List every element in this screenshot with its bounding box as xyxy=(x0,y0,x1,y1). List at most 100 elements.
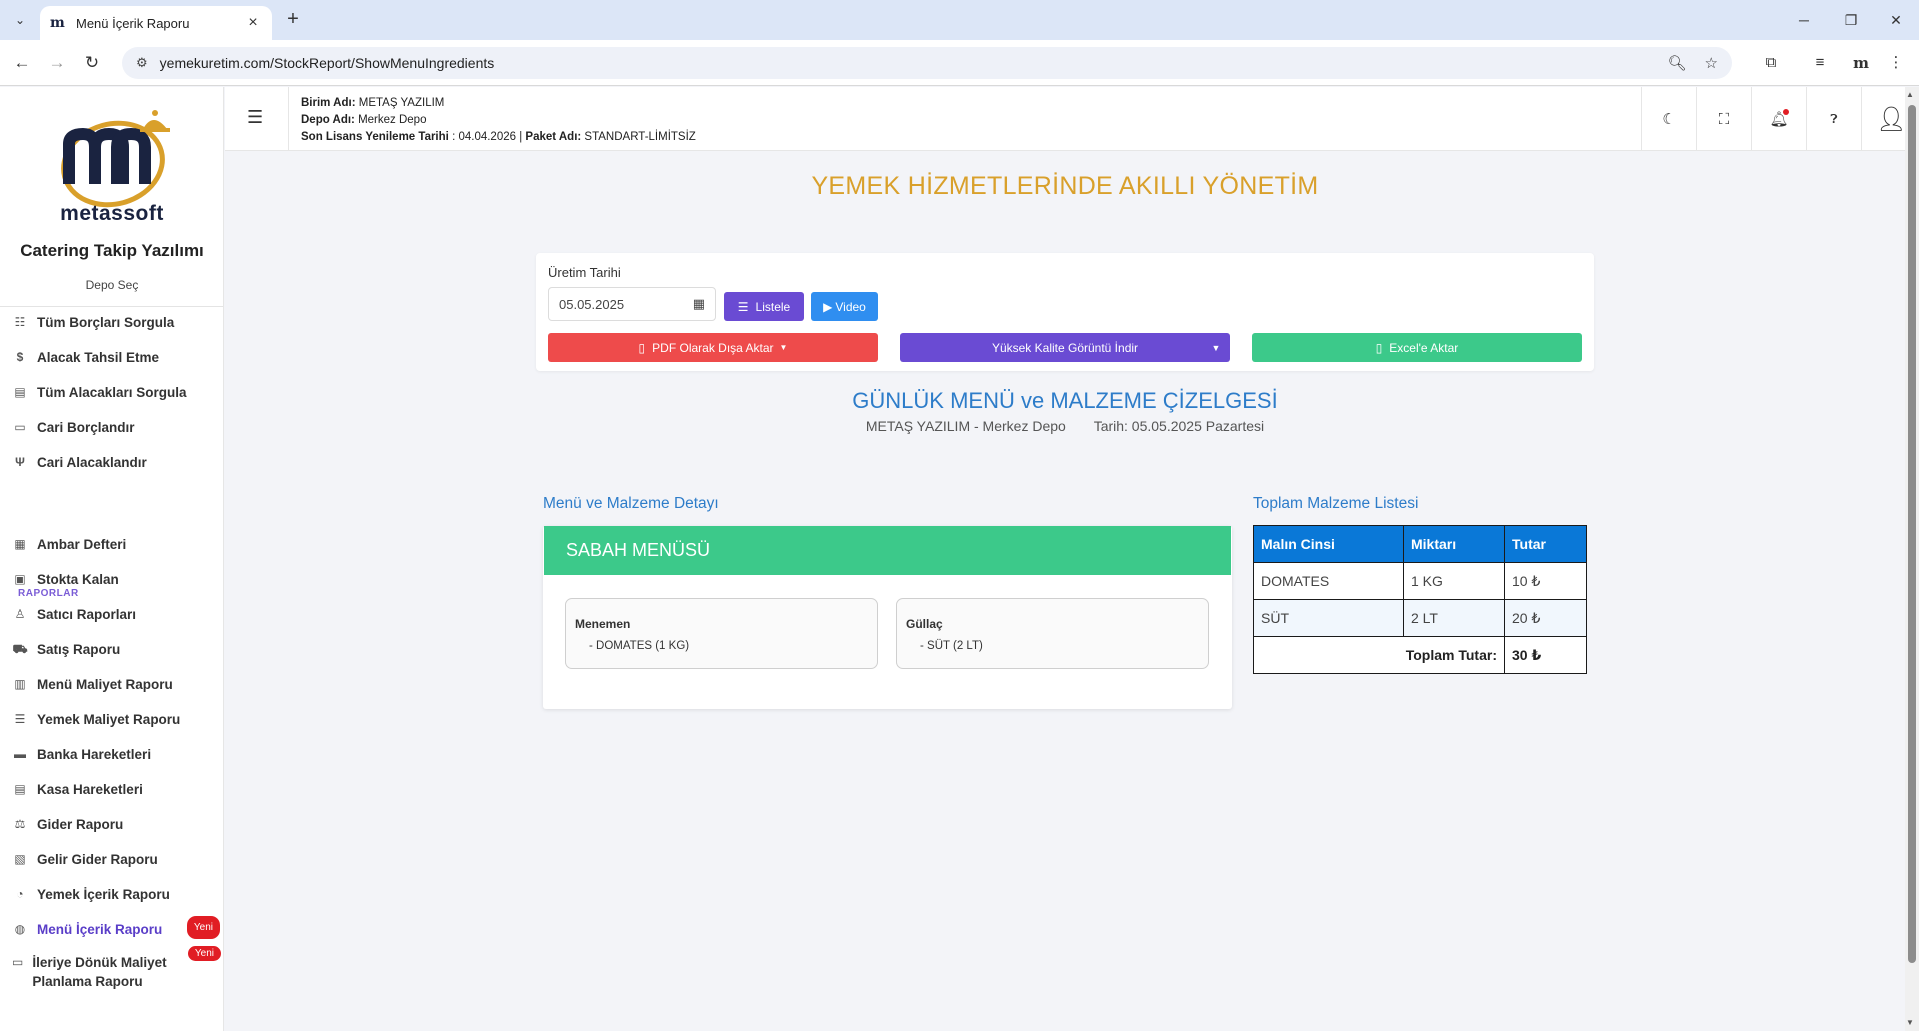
hq-image-download-button[interactable]: Yüksek Kalite Görüntü İndir ▼ xyxy=(900,333,1230,362)
birim-value: METAŞ YAZILIM xyxy=(358,97,445,109)
top-header: ☰ Birim Adı: METAŞ YAZILIM Depo Adı: Mer… xyxy=(225,87,1907,151)
header-info: Birim Adı: METAŞ YAZILIM Depo Adı: Merke… xyxy=(288,87,696,151)
sidebar-item-menu-icerik-raporu[interactable]: ◍ Menü İçerik Raporu Yeni xyxy=(12,916,222,939)
new-badge: Yeni xyxy=(187,946,221,961)
menu-report-icon: ◍ xyxy=(14,922,26,936)
notifications-bell-icon[interactable]: 🔔︎ xyxy=(1751,87,1806,151)
page-scrollbar-thumb[interactable] xyxy=(1908,105,1916,963)
reading-list-icon[interactable]: ≡ xyxy=(1807,51,1833,75)
list-detail-icon: ☰ xyxy=(14,712,26,726)
sidebar-item-yemek-icerik-raporu[interactable]: ◔ Yemek İçerik Raporu xyxy=(12,885,222,904)
browser-menu-icon[interactable]: ⋮ xyxy=(1883,51,1909,75)
table-row: SÜT 2 LT 20 ₺ xyxy=(1253,599,1587,637)
sidebar-item-cari-borclandir[interactable]: ▭ Cari Borçlandır xyxy=(12,418,222,437)
excel-file-icon: ▯ xyxy=(1375,340,1383,355)
sidebar-item-label: Banka Hareketleri xyxy=(37,747,152,762)
sidebar-item-gelir-gider-raporu[interactable]: ▧ Gelir Gider Raporu xyxy=(12,850,222,869)
sidebar-item-label: Gelir Gider Raporu xyxy=(37,852,158,867)
sidebar-item-label: Satıcı Raporları xyxy=(37,607,137,622)
menu-card-title: SABAH MENÜSÜ xyxy=(544,526,1231,575)
pdf-export-label: PDF Olarak Dışa Aktar xyxy=(652,340,774,355)
help-icon[interactable]: ❓︎ xyxy=(1806,87,1861,151)
table-cell: DOMATES xyxy=(1253,562,1404,600)
excel-export-button[interactable]: ▯ Excel'e Aktar xyxy=(1252,333,1582,362)
table-total-row: Toplam Tutar: 30 ₺ xyxy=(1253,636,1587,674)
extensions-icon[interactable]: ⧉ xyxy=(1758,51,1784,75)
sidebar-item-label: Kasa Hareketleri xyxy=(37,782,143,797)
reload-icon[interactable]: ↻ xyxy=(80,51,104,75)
depo-value: Merkez Depo xyxy=(358,114,427,126)
table-cell: 10 ₺ xyxy=(1504,562,1587,600)
depo-select-link[interactable]: Depo Seç xyxy=(0,278,223,292)
calendar-icon[interactable]: ▦ xyxy=(693,296,705,312)
video-button[interactable]: ▶ Video xyxy=(811,292,878,321)
section-label-raporlar: RAPORLAR xyxy=(18,588,79,599)
hq-image-label: Yüksek Kalite Görüntü İndir xyxy=(991,340,1139,355)
new-badge: Yeni xyxy=(186,916,220,939)
url-text[interactable]: yemekuretim.com/StockReport/ShowMenuIngr… xyxy=(160,55,1650,71)
scroll-down-icon[interactable]: ▼ xyxy=(1906,1018,1914,1027)
new-tab-icon[interactable]: + xyxy=(282,9,304,31)
col-header: Tutar xyxy=(1504,525,1587,563)
sidebar-item-kasa-hareketleri[interactable]: ▤ Kasa Hareketleri xyxy=(12,780,222,799)
sidebar-item-satici-raporlari[interactable]: ♙ Satıcı Raporları xyxy=(12,605,222,624)
sidebar-item-ambar-defteri[interactable]: ▦ Ambar Defteri xyxy=(12,535,222,554)
extension-metassoft-icon[interactable]: m xyxy=(1848,51,1874,75)
box-icon: ▣ xyxy=(14,572,26,586)
forward-icon[interactable]: → xyxy=(45,51,69,75)
sidebar-item-gider-raporu[interactable]: ⚖ Gider Raporu xyxy=(12,815,222,834)
pdf-export-button[interactable]: ▯ PDF Olarak Dışa Aktar ▼ xyxy=(548,333,878,362)
date-value: 05.05.2025 xyxy=(559,296,625,312)
dish-icon: ◔ xyxy=(16,887,24,901)
sidebar-item-yemek-maliyet-raporu[interactable]: ☰ Yemek Maliyet Raporu xyxy=(12,710,222,729)
tab-close-icon[interactable]: × xyxy=(244,14,262,32)
tab-title: Menü İçerik Raporu xyxy=(76,15,190,31)
back-icon[interactable]: ← xyxy=(10,51,34,75)
production-date-input[interactable]: 05.05.2025 ▦ xyxy=(548,287,716,321)
filter-card: Üretim Tarihi 05.05.2025 ▦ ☰ Listele ▶ V… xyxy=(536,253,1594,371)
tab-search-dropdown-icon[interactable]: ⌄ xyxy=(8,8,32,32)
cashbox-icon: ▤ xyxy=(14,782,26,796)
minimize-icon[interactable]: ─ xyxy=(1789,8,1819,32)
schedule-company: METAŞ YAZILIM - Merkez Depo xyxy=(865,418,1066,434)
url-omnibox[interactable]: ⚙ yemekuretim.com/StockReport/ShowMenuIn… xyxy=(122,47,1732,79)
scroll-up-icon[interactable]: ▲ xyxy=(1906,90,1914,99)
sidebar-item-ileriye-donuk-maliyet[interactable]: ▭ İleriye Dönük Maliyet Planlama Raporu xyxy=(12,953,182,991)
lisans-label: Son Lisans Yenileme Tarihi xyxy=(301,131,449,143)
list-icon: ☷ xyxy=(14,315,26,329)
paket-value: STANDART-LİMİTSİZ xyxy=(584,131,696,143)
table-cell: 1 KG xyxy=(1403,562,1505,600)
app-name: Catering Takip Yazılımı xyxy=(20,241,204,260)
sidebar-item-banka-hareketleri[interactable]: ▬ Banka Hareketleri xyxy=(12,745,222,764)
sidebar-item-label: Tüm Alacakları Sorgula xyxy=(37,385,187,400)
table-cell: SÜT xyxy=(1253,599,1404,637)
sidebar-item-cari-alacaklandir[interactable]: Ψ Cari Alacaklandır xyxy=(12,453,222,472)
site-settings-icon[interactable]: ⚙ xyxy=(136,55,148,71)
sidebar-item-tum-alacaklari-sorgula[interactable]: ▤ Tüm Alacakları Sorgula xyxy=(12,383,222,402)
sidebar-item-stokta-kalan[interactable]: ▣ Stokta Kalan xyxy=(12,570,222,589)
caret-down-icon[interactable]: ▼ xyxy=(1202,333,1230,362)
bookmark-star-icon[interactable]: ☆ xyxy=(1705,54,1718,72)
restore-icon[interactable]: ❐ xyxy=(1836,8,1866,32)
expense-icon: ⚖ xyxy=(14,817,26,831)
sidebar-item-satis-raporu[interactable]: ⛟ Satış Raporu xyxy=(12,640,222,659)
sidebar-item-label: Ambar Defteri xyxy=(37,537,127,552)
bank-icon: ▬ xyxy=(14,747,26,761)
sidebar-item-alacak-tahsil-etme[interactable]: $ Alacak Tahsil Etme xyxy=(12,348,222,367)
listele-button[interactable]: ☰ Listele xyxy=(724,292,804,321)
listele-label: Listele xyxy=(755,299,791,314)
totals-heading: Toplam Malzeme Listesi xyxy=(1253,495,1419,512)
browser-address-bar: ← → ↻ ⚙ yemekuretim.com/StockReport/Show… xyxy=(0,40,1919,86)
hamburger-menu-icon[interactable]: ☰ xyxy=(247,107,263,128)
fullscreen-icon[interactable]: ⛶ xyxy=(1696,87,1751,151)
dark-mode-moon-icon[interactable]: ☾ xyxy=(1641,87,1696,151)
zoom-icon[interactable]: 🔍︎ xyxy=(1668,54,1687,72)
sidebar-item-menu-maliyet-raporu[interactable]: ▥ Menü Maliyet Raporu xyxy=(12,675,222,694)
dish-name: Menemen xyxy=(575,617,631,631)
ledger-icon: ▦ xyxy=(14,537,26,551)
table-row: DOMATES 1 KG 10 ₺ xyxy=(1253,562,1587,600)
sidebar-item-tum-borclari-sorgula[interactable]: ☷ Tüm Borçları Sorgula xyxy=(12,313,222,332)
window-close-icon[interactable]: ✕ xyxy=(1881,8,1911,32)
sidebar-item-label: Menü İçerik Raporu xyxy=(37,922,163,937)
browser-tab-active[interactable]: m Menü İçerik Raporu × xyxy=(40,6,272,40)
